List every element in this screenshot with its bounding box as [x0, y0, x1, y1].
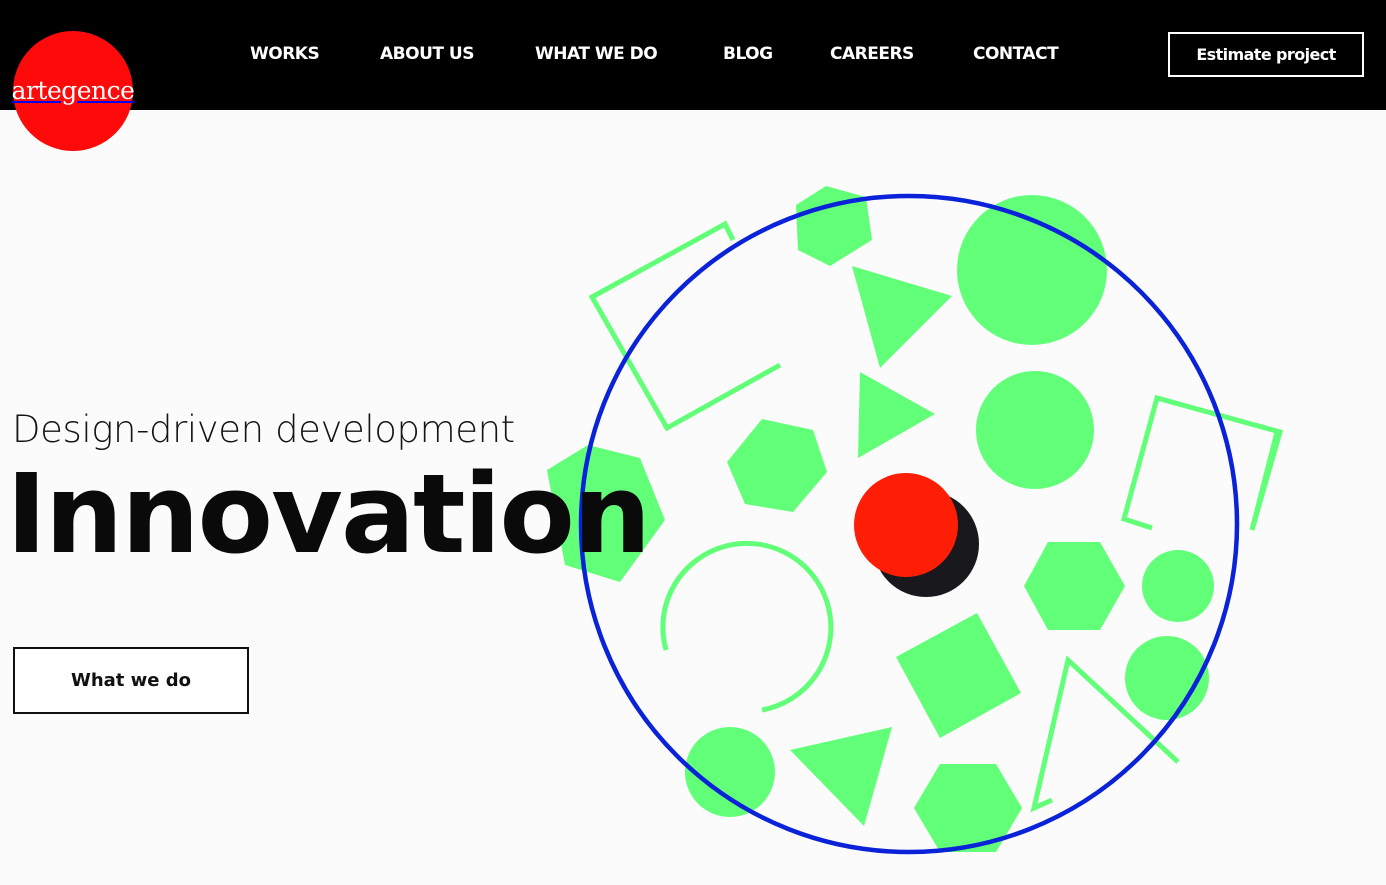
- hexagon-shape: [727, 419, 827, 512]
- what-we-do-button[interactable]: What we do: [13, 647, 249, 714]
- triangle-shape: [852, 266, 952, 368]
- circle-shape: [1142, 550, 1214, 622]
- diamond-shape: [896, 613, 1021, 738]
- outline-square-shape: [588, 220, 782, 432]
- triangle-shape: [858, 372, 935, 458]
- hero-headline: Innovation: [6, 450, 651, 578]
- hexagon-shape: [1024, 542, 1125, 630]
- logo-text: artegence: [11, 75, 135, 105]
- artegence-logo[interactable]: artegence: [11, 31, 135, 151]
- circle-shape: [957, 195, 1107, 345]
- red-dot: [854, 473, 958, 577]
- outline-arc-shape: [660, 540, 834, 713]
- circle-shape: [685, 727, 775, 817]
- outline-bracket-shape: [1120, 394, 1284, 531]
- circle-shape: [976, 371, 1094, 489]
- triangle-shape: [790, 727, 892, 826]
